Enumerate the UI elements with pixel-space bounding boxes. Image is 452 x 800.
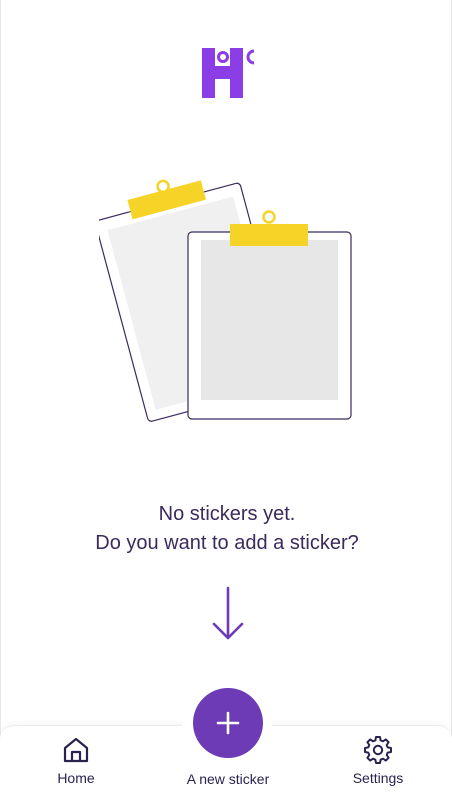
empty-state-line1: No stickers yet. [158,503,296,525]
home-icon [63,737,89,763]
add-sticker-button[interactable] [193,688,263,758]
app-logo-icon [202,48,254,98]
gear-icon [364,736,392,764]
arrow-down-icon [212,586,244,640]
plus-icon [216,711,240,735]
tab-home-label: Home [57,770,95,786]
clipboards-illustration [99,179,352,422]
tab-home[interactable]: Home [52,736,100,786]
tab-settings[interactable]: Settings [350,736,406,786]
empty-state-line2: Do you want to add a sticker? [95,532,359,554]
tab-settings-label: Settings [352,770,404,786]
new-sticker-label[interactable]: A new sticker [170,771,286,787]
empty-state-message: No stickers yet. Do you want to add a st… [1,500,452,558]
